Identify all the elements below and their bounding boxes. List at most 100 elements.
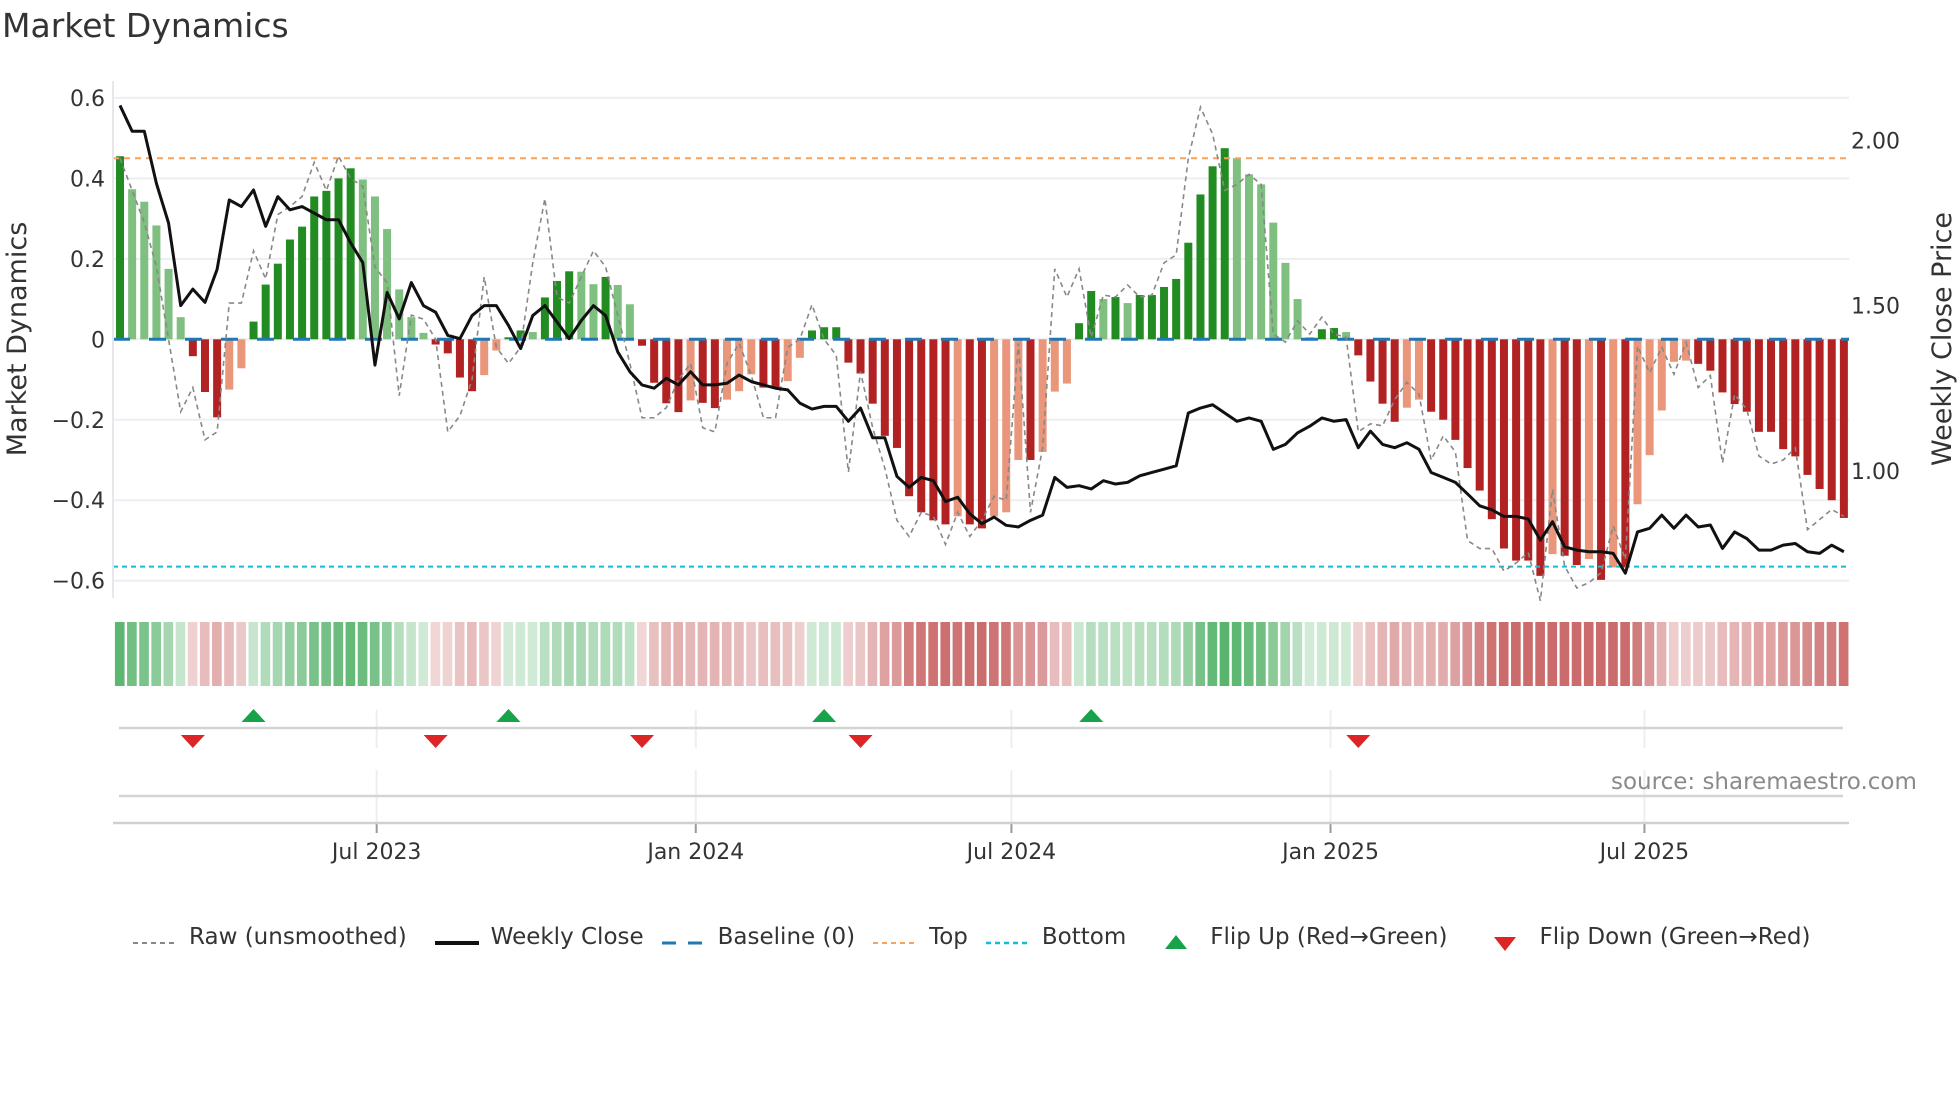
y-tick-label: −0.2 bbox=[52, 409, 105, 434]
heat-cell bbox=[491, 622, 501, 686]
bar bbox=[650, 339, 659, 383]
heat-cell bbox=[891, 622, 902, 686]
heat-cell bbox=[673, 622, 684, 686]
flip-up-marker bbox=[496, 709, 521, 722]
heat-cell bbox=[1280, 622, 1291, 686]
bar bbox=[1281, 262, 1290, 340]
heat-cell bbox=[272, 622, 283, 686]
heat-cell bbox=[1523, 622, 1533, 686]
legend-item-top: Top bbox=[873, 924, 968, 950]
heat-cell bbox=[1790, 622, 1800, 686]
heat-cell bbox=[758, 622, 768, 686]
bar bbox=[1839, 339, 1848, 518]
bar bbox=[601, 276, 610, 340]
legend-label: Flip Up (Red→Green) bbox=[1210, 924, 1448, 950]
heat-cell bbox=[1122, 622, 1133, 686]
close-legend-icon bbox=[434, 930, 479, 945]
bar bbox=[1123, 303, 1132, 340]
bar bbox=[1439, 339, 1448, 420]
heat-cell bbox=[600, 622, 611, 686]
legend-label: Weekly Close bbox=[490, 924, 644, 950]
heat-cell bbox=[964, 622, 975, 686]
heat-cell bbox=[1341, 622, 1351, 686]
bar bbox=[455, 339, 464, 378]
heat-cell bbox=[1511, 622, 1521, 686]
bar bbox=[1390, 339, 1399, 422]
heat-cell bbox=[685, 622, 696, 686]
bar bbox=[1184, 242, 1193, 340]
x-tick-label: Jan 2025 bbox=[1280, 840, 1379, 865]
bar bbox=[419, 332, 428, 340]
heat-cell bbox=[248, 622, 259, 686]
bar bbox=[1609, 339, 1618, 568]
bar bbox=[723, 339, 731, 400]
bar bbox=[1718, 339, 1727, 393]
bar bbox=[468, 339, 477, 392]
bar bbox=[1208, 166, 1217, 340]
heat-cell bbox=[1328, 622, 1339, 686]
heat-cell bbox=[1729, 622, 1740, 686]
bar bbox=[662, 339, 671, 404]
bar bbox=[1026, 339, 1035, 460]
bar bbox=[213, 339, 222, 418]
bar bbox=[200, 339, 209, 393]
bar bbox=[285, 239, 294, 340]
heat-cell bbox=[454, 622, 465, 686]
bar bbox=[698, 339, 707, 403]
bar bbox=[1075, 323, 1084, 340]
heat-cell bbox=[1596, 622, 1606, 686]
heat-cell bbox=[1644, 622, 1655, 686]
heat-cell bbox=[1438, 622, 1448, 686]
heat-cell bbox=[515, 622, 526, 686]
heat-cell bbox=[564, 622, 574, 686]
bar bbox=[1062, 339, 1071, 384]
bar bbox=[1633, 339, 1642, 505]
heat-cell bbox=[1353, 622, 1363, 686]
bar bbox=[1767, 339, 1776, 432]
flip-down-marker bbox=[1346, 735, 1371, 748]
bar bbox=[1245, 174, 1254, 340]
bar bbox=[1779, 339, 1788, 450]
bar bbox=[625, 304, 634, 340]
bar bbox=[1463, 339, 1472, 469]
heat-cell bbox=[624, 622, 635, 686]
heat-cell bbox=[734, 622, 744, 686]
heat-cell bbox=[1462, 622, 1473, 686]
heat-cell bbox=[1632, 622, 1643, 686]
bar bbox=[1160, 286, 1169, 340]
heat-cell bbox=[612, 622, 623, 686]
bar bbox=[1220, 148, 1229, 340]
heat-cell bbox=[867, 622, 878, 686]
heat-cell bbox=[151, 622, 161, 686]
x-tick-label: Jul 2025 bbox=[1598, 840, 1690, 865]
y-tick-label: 0 bbox=[91, 328, 105, 353]
bar bbox=[1815, 339, 1824, 489]
bar bbox=[1087, 291, 1096, 340]
heat-cell bbox=[1608, 622, 1618, 686]
legend-label: Top bbox=[929, 924, 968, 950]
heat-cell bbox=[236, 622, 246, 686]
source-note: source: sharemaestro.com bbox=[1611, 769, 1917, 795]
x-tick-label: Jul 2023 bbox=[330, 840, 422, 865]
heat-cell bbox=[1389, 622, 1400, 686]
bar bbox=[686, 339, 695, 401]
heat-cell bbox=[794, 622, 805, 686]
bar bbox=[1147, 295, 1156, 340]
heat-cell bbox=[1061, 622, 1072, 686]
bar bbox=[1293, 299, 1302, 340]
bar bbox=[528, 332, 537, 340]
heat-cell bbox=[297, 622, 307, 686]
heat-cell bbox=[855, 622, 866, 686]
legend-label: Baseline (0) bbox=[717, 924, 856, 950]
baseline-legend-icon bbox=[661, 930, 706, 945]
bar bbox=[638, 339, 647, 346]
bar bbox=[237, 339, 246, 369]
bar bbox=[1475, 339, 1484, 491]
y2-axis-label: Weekly Close Price bbox=[1927, 212, 1958, 466]
bar bbox=[188, 339, 197, 357]
heat-cell bbox=[709, 622, 720, 686]
bar bbox=[128, 189, 137, 340]
bar bbox=[759, 339, 768, 388]
heat-cell bbox=[1680, 622, 1691, 686]
legend: Raw (unsmoothed) Weekly Close Baseline (0)… bbox=[133, 924, 1810, 951]
